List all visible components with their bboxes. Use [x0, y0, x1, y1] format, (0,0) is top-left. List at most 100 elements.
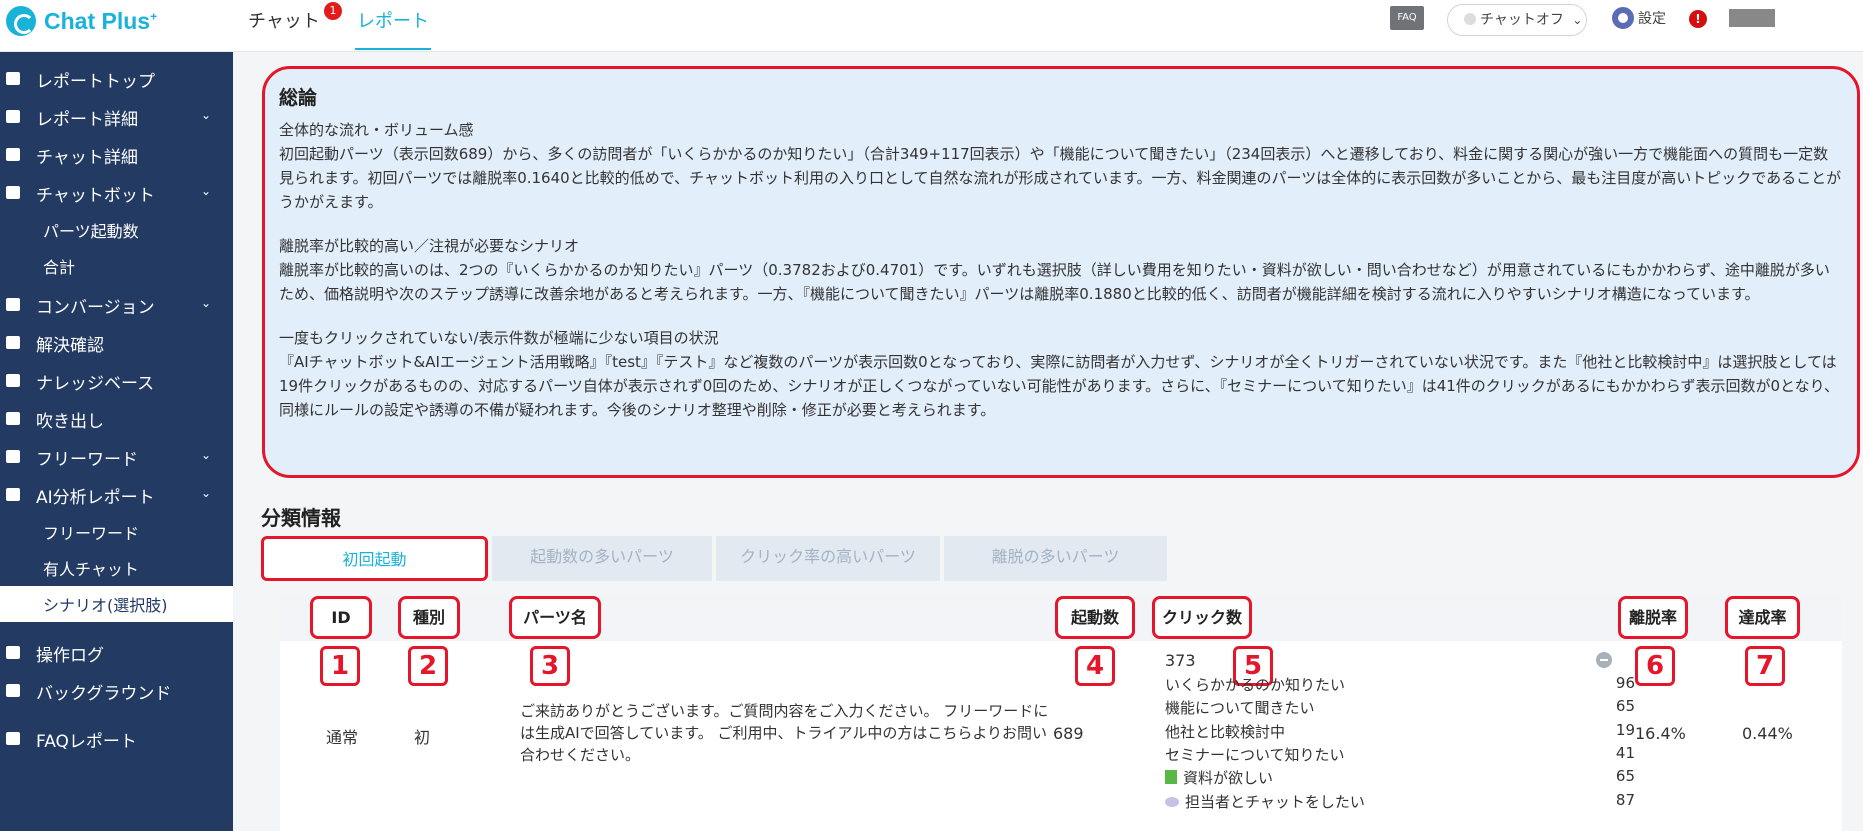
row-type: 初: [414, 728, 431, 747]
settings-button[interactable]: 設定: [1612, 7, 1666, 29]
sidebar-item-label: シナリオ(選択肢): [43, 596, 168, 615]
sidebar-item-label: コンバージョン: [36, 297, 155, 318]
chevron-down-icon: ⌄: [200, 486, 211, 500]
click-item-count: 87: [1615, 790, 1635, 809]
classification-title: 分類情報: [261, 506, 341, 530]
sidebar-item-0[interactable]: レポートトップ: [0, 60, 233, 98]
collapse-icon[interactable]: [1596, 652, 1612, 668]
sidebar-item-label: フリーワード: [43, 524, 140, 543]
pin-icon: [6, 336, 20, 349]
sidebar-item-13[interactable]: 有人チャット: [0, 550, 233, 586]
faq-icon[interactable]: FAQ: [1390, 6, 1424, 30]
header-parts-name[interactable]: パーツ名: [509, 596, 601, 639]
settings-label: 設定: [1638, 11, 1666, 27]
chevron-down-icon: ⌄: [200, 184, 211, 198]
sidebar-item-6[interactable]: コンバージョン ⌄: [0, 286, 233, 324]
sidebar-item-label: チャット詳細: [36, 147, 138, 168]
book-icon: [1165, 770, 1177, 785]
table-header: ID 種別 パーツ名 起動数 クリック数 離脱率 達成率: [280, 596, 1842, 641]
header-achievement-rate[interactable]: 達成率: [1725, 596, 1800, 639]
sidebar-item-8[interactable]: ナレッジベース: [0, 362, 233, 400]
summary-flow-heading: 全体的な流れ・ボリューム感: [279, 121, 474, 139]
sidebar-item-label: フリーワード: [36, 449, 138, 470]
header-type[interactable]: 種別: [398, 596, 460, 639]
chevron-down-icon: ⌄: [1572, 13, 1583, 27]
sidebar-item-11[interactable]: AI分析レポート ⌄: [0, 476, 233, 514]
click-item-count: 41: [1615, 743, 1635, 762]
sidebar-item-12[interactable]: フリーワード: [0, 514, 233, 550]
sidebar-item-label: パーツ起動数: [43, 222, 139, 241]
chat-icon: [6, 148, 20, 161]
click-item-label: 担当者とチャットをしたい: [1185, 792, 1365, 811]
list-icon: [6, 646, 20, 659]
sidebar-item-16[interactable]: バックグラウンド: [0, 672, 233, 710]
sidebar-item-label: チャットボット: [36, 185, 155, 206]
sidebar-item-14[interactable]: シナリオ(選択肢): [0, 586, 233, 622]
tab-first-launch[interactable]: 初回起動: [261, 536, 488, 581]
speech-icon: [6, 412, 20, 425]
pin-icon: [6, 488, 20, 501]
bot-icon: [6, 186, 20, 199]
sidebar-item-17[interactable]: FAQレポート: [0, 720, 233, 758]
summary-noclick-heading: 一度もクリックされていない/表示件数が極端に少ない項目の状況: [279, 329, 719, 347]
faq-icon: [6, 732, 20, 745]
header-bounce-rate[interactable]: 離脱率: [1618, 596, 1688, 639]
sidebar-item-3[interactable]: チャットボット ⌄: [0, 174, 233, 212]
chat-status-label: チャットオフ: [1480, 12, 1564, 28]
click-item-label: 機能について聞きたい: [1165, 699, 1315, 718]
summary-title: 総論: [279, 87, 318, 109]
click-item-row: 担当者とチャットをしたい 87: [1165, 791, 1635, 814]
header-id[interactable]: ID: [310, 596, 372, 639]
click-item-label: 他社と比較検討中: [1165, 722, 1286, 741]
sidebar-item-label: 吹き出し: [36, 411, 104, 432]
sidebar-item-label: 有人チャット: [43, 560, 139, 579]
parts-table: ID 種別 パーツ名 起動数 クリック数 離脱率 達成率 1 2 3 4 5 6…: [280, 596, 1842, 831]
tab-chat[interactable]: チャット: [248, 6, 320, 50]
header-launches[interactable]: 起動数: [1055, 596, 1135, 639]
sidebar-item-5[interactable]: 合計: [0, 248, 233, 284]
header-clicks[interactable]: クリック数: [1152, 596, 1252, 639]
click-item-row: 他社と比較検討中 19: [1165, 721, 1635, 744]
summary-bounce-heading: 離脱率が比較的高い／注視が必要なシナリオ: [279, 237, 580, 255]
sidebar-item-label: 合計: [43, 258, 76, 277]
user-menu[interactable]: [1729, 9, 1775, 27]
row-bounce-rate: 16.4%: [1635, 724, 1686, 743]
sidebar-item-2[interactable]: チャット詳細: [0, 136, 233, 174]
status-dot-icon: [1464, 13, 1476, 25]
sidebar-item-label: 解決確認: [36, 335, 104, 356]
sidebar-item-4[interactable]: パーツ起動数: [0, 212, 233, 248]
sidebar-item-15[interactable]: 操作ログ: [0, 634, 233, 672]
sidebar: レポートトップレポート詳細 ⌄ チャット詳細 チャットボット ⌄ パーツ起動数 合計コンバー…: [0, 52, 233, 831]
row-id: 通常: [326, 728, 359, 747]
marker-4: 4: [1075, 646, 1115, 686]
gear-icon: [1612, 7, 1634, 29]
sidebar-item-10[interactable]: フリーワード ⌄: [0, 438, 233, 476]
bubble-icon: [1165, 796, 1179, 807]
marker-3: 3: [530, 646, 570, 686]
tab-high-bounce[interactable]: 離脱の多いパーツ: [944, 536, 1167, 581]
sidebar-item-1[interactable]: レポート詳細 ⌄: [0, 98, 233, 136]
marker-7: 7: [1745, 646, 1785, 686]
tab-report[interactable]: レポート: [355, 6, 431, 50]
tab-high-click-rate[interactable]: クリック率の高いパーツ: [716, 536, 940, 581]
text-icon: [6, 450, 20, 463]
click-item-label: セミナーについて知りたい: [1165, 745, 1345, 764]
click-item-count: 65: [1615, 697, 1635, 716]
sidebar-item-label: レポートトップ: [36, 71, 155, 92]
background-icon: [6, 684, 20, 697]
row-clicks-total: 373: [1165, 651, 1196, 670]
sidebar-item-label: 操作ログ: [36, 645, 104, 666]
dashboard-icon: [6, 72, 20, 85]
marker-6: 6: [1635, 646, 1675, 686]
chat-status-dropdown[interactable]: チャットオフ ⌄: [1447, 4, 1587, 36]
alert-icon[interactable]: !: [1689, 10, 1707, 28]
logo[interactable]: Chat Plus+: [6, 6, 157, 36]
summary-bounce-body: 離脱率が比較的高いのは、2つの『いくらかかるのか知りたい』パーツ（0.3782お…: [279, 261, 1830, 303]
chevron-down-icon: ⌄: [200, 448, 211, 462]
sidebar-item-7[interactable]: 解決確認: [0, 324, 233, 362]
chevron-down-icon: ⌄: [200, 296, 211, 310]
sidebar-item-9[interactable]: 吹き出し: [0, 400, 233, 438]
tab-most-launched[interactable]: 起動数の多いパーツ: [492, 536, 712, 581]
chat-plus-logo-icon: [6, 6, 36, 36]
click-item-count: 96: [1615, 674, 1635, 692]
